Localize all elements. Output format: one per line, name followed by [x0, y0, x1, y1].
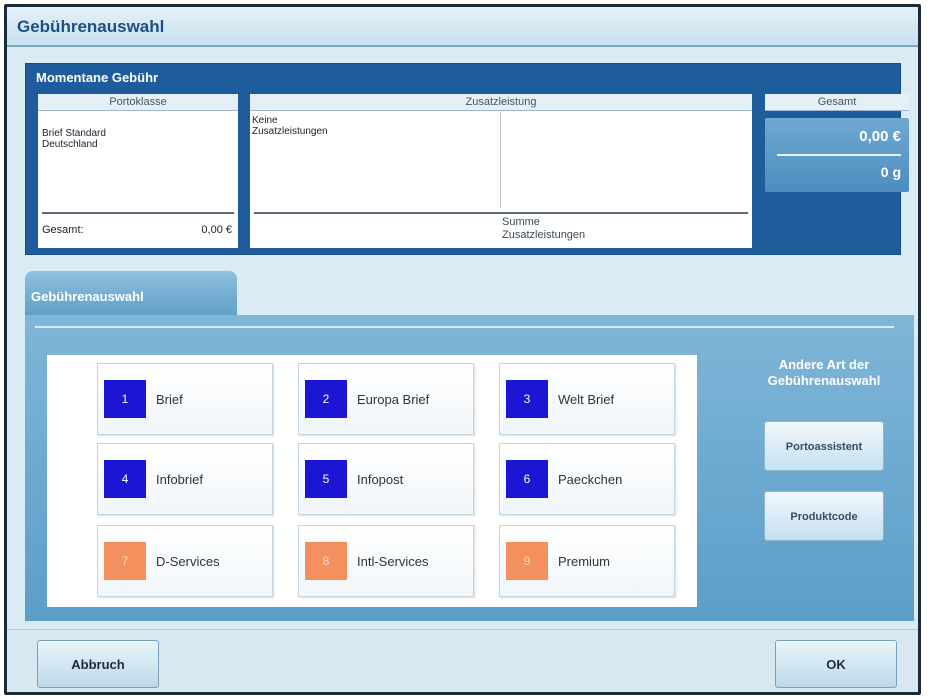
- total-amount: 0,00 €: [859, 128, 901, 145]
- other-selection-header: Andere Art der Gebührenauswahl: [767, 357, 881, 388]
- extra-services-header: Zusatzleistung: [250, 94, 752, 111]
- extra-services-divider-v: [500, 112, 501, 208]
- tab-gebuehrenauswahl[interactable]: Gebührenauswahl: [25, 271, 237, 317]
- fee-number-badge: 2: [305, 380, 347, 418]
- selection-section: 1 Brief 2 Europa Brief 3 Welt Brief 4 In…: [25, 315, 914, 621]
- fee-number-badge: 6: [506, 460, 548, 498]
- fee-number-badge: 5: [305, 460, 347, 498]
- total-box: Gesamt 0,00 € 0 g: [765, 94, 909, 248]
- postage-class-divider: [42, 212, 234, 214]
- postage-class-box: Portoklasse Brief Standard Deutschland G…: [38, 94, 238, 248]
- product-code-label: Produktcode: [790, 511, 858, 523]
- fee-number-badge: 4: [104, 460, 146, 498]
- total-divider: [777, 154, 901, 156]
- fee-number-badge: 9: [506, 542, 548, 580]
- fee-button-label: Europa Brief: [357, 392, 430, 407]
- fee-button-brief[interactable]: 1 Brief: [97, 363, 273, 435]
- fee-button-intl-services[interactable]: 8 Intl-Services: [298, 525, 474, 597]
- tab-label: Gebührenauswahl: [31, 289, 144, 304]
- total-header: Gesamt: [765, 94, 909, 111]
- fee-button-europa-brief[interactable]: 2 Europa Brief: [298, 363, 474, 435]
- fee-button-welt-brief[interactable]: 3 Welt Brief: [499, 363, 675, 435]
- fee-button-label: Infobrief: [156, 472, 203, 487]
- fee-button-premium[interactable]: 9 Premium: [499, 525, 675, 597]
- fee-button-label: Intl-Services: [357, 554, 429, 569]
- postage-total-value: 0,00 €: [201, 224, 232, 236]
- fee-button-grid: 1 Brief 2 Europa Brief 3 Welt Brief 4 In…: [47, 355, 697, 607]
- fee-selection-window: Gebührenauswahl Momentane Gebühr Portokl…: [4, 4, 921, 695]
- extra-services-box: Zusatzleistung Keine Zusatzleistungen Su…: [250, 94, 752, 248]
- fee-button-label: Welt Brief: [558, 392, 615, 407]
- cancel-button[interactable]: Abbruch: [37, 640, 159, 688]
- porto-assistant-button[interactable]: Portoassistent: [764, 421, 884, 471]
- fee-button-infopost[interactable]: 5 Infopost: [298, 443, 474, 515]
- postage-class-value: Brief Standard Deutschland: [42, 128, 106, 150]
- ok-button[interactable]: OK: [775, 640, 897, 688]
- section-divider: [35, 326, 894, 328]
- footer-bar: Abbruch OK: [7, 629, 918, 692]
- fee-button-label: Infopost: [357, 472, 404, 487]
- extra-services-divider-h: [254, 212, 748, 214]
- porto-assistant-label: Portoassistent: [785, 441, 863, 453]
- ok-label: OK: [826, 657, 846, 672]
- postage-total-label: Gesamt:: [42, 224, 84, 236]
- fee-number-badge: 7: [104, 542, 146, 580]
- fee-button-d-services[interactable]: 7 D-Services: [97, 525, 273, 597]
- fee-button-paeckchen[interactable]: 6 Paeckchen: [499, 443, 675, 515]
- fee-button-label: Brief: [156, 392, 183, 407]
- postage-class-header: Portoklasse: [38, 94, 238, 111]
- fee-button-label: D-Services: [156, 554, 220, 569]
- fee-button-label: Premium: [558, 554, 611, 569]
- total-weight: 0 g: [880, 164, 901, 180]
- fee-number-badge: 3: [506, 380, 548, 418]
- fee-number-badge: 8: [305, 542, 347, 580]
- total-values: 0,00 € 0 g: [765, 118, 909, 192]
- cancel-label: Abbruch: [71, 657, 125, 672]
- current-fee-header: Momentane Gebühr: [36, 70, 159, 85]
- product-code-button[interactable]: Produktcode: [764, 491, 884, 541]
- current-fee-panel: Momentane Gebühr Portoklasse Brief Stand…: [25, 63, 909, 255]
- extra-services-value: Keine Zusatzleistungen: [252, 115, 328, 137]
- fee-button-infobrief[interactable]: 4 Infobrief: [97, 443, 273, 515]
- fee-number-badge: 1: [104, 380, 146, 418]
- fee-button-label: Paeckchen: [558, 472, 623, 487]
- extra-services-sum: Summe Zusatzleistungen: [502, 216, 586, 241]
- window-title: Gebührenauswahl: [17, 17, 165, 36]
- title-bar: Gebührenauswahl: [7, 7, 918, 47]
